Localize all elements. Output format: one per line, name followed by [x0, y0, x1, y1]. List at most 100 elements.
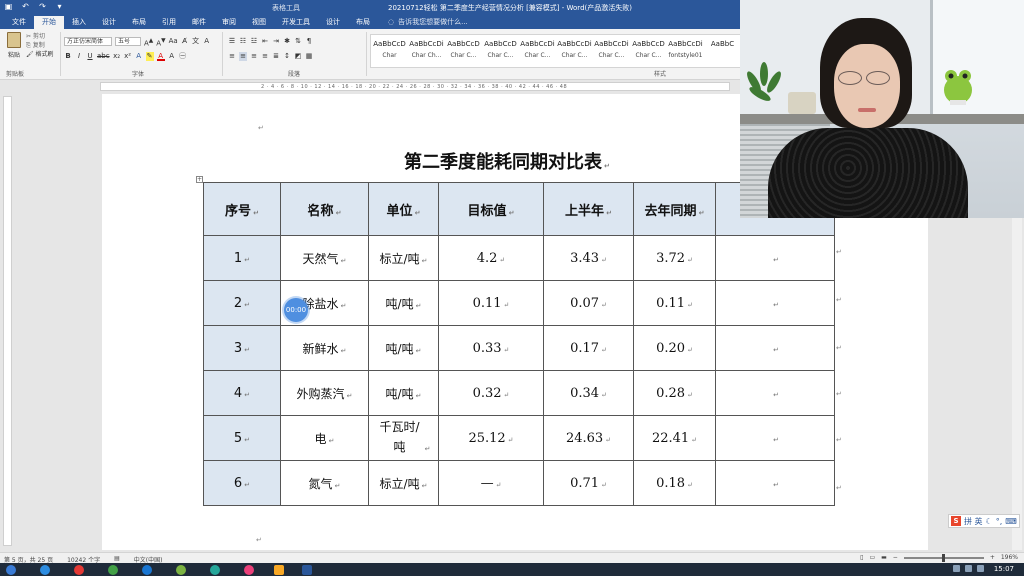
align-center-icon[interactable]: ≡: [239, 52, 247, 61]
line-spacing-icon[interactable]: ↕: [283, 52, 291, 61]
table-cell[interactable]: 0.07 ↵: [543, 280, 634, 326]
word-icon[interactable]: [302, 565, 312, 575]
shrink-font-icon[interactable]: A▼: [156, 37, 165, 47]
char-shading-icon[interactable]: A: [168, 52, 176, 61]
table-cell[interactable]: 氮气 ↵: [280, 460, 369, 506]
table-cell[interactable]: 新鲜水 ↵: [280, 325, 369, 371]
table-cell[interactable]: ↵: [715, 370, 835, 416]
font-name-combo[interactable]: 方正仿宋简体: [64, 37, 112, 46]
table-cell[interactable]: 千瓦时/吨 ↵: [368, 415, 439, 461]
vertical-scrollbar[interactable]: [1012, 218, 1022, 550]
table-cell[interactable]: 0.32 ↵: [438, 370, 544, 416]
table-cell[interactable]: ↵: [715, 460, 835, 506]
chinese-layout-icon[interactable]: ✱: [283, 37, 291, 46]
app-icon[interactable]: [142, 565, 152, 575]
tab-design[interactable]: 设计: [94, 16, 124, 29]
char-border-icon[interactable]: A: [203, 37, 211, 46]
justify-icon[interactable]: ≡: [261, 52, 269, 61]
table-cell[interactable]: ↵: [715, 325, 835, 371]
grow-font-icon[interactable]: A▲: [144, 37, 153, 47]
style-item[interactable]: AaBbCcD Char: [371, 35, 408, 67]
table-cell[interactable]: 0.18 ↵: [633, 460, 716, 506]
table-cell[interactable]: 吨/吨 ↵: [368, 280, 439, 326]
style-item[interactable]: AaBbC: [704, 35, 741, 67]
folder-icon[interactable]: [274, 565, 284, 575]
tab-table-layout[interactable]: 布局: [348, 16, 378, 29]
table-cell[interactable]: 1 ↵: [203, 235, 281, 281]
recording-timer-badge[interactable]: 00:00: [284, 298, 308, 322]
style-item[interactable]: AaBbCcD Char C...: [482, 35, 519, 67]
horizontal-ruler[interactable]: 2 · 4 · 6 · 8 · 10 · 12 · 14 · 16 · 18 ·…: [100, 82, 730, 91]
phonetic-guide-icon[interactable]: 文: [192, 37, 200, 46]
borders-icon[interactable]: ▦: [305, 52, 313, 61]
table-cell[interactable]: 5 ↵: [203, 415, 281, 461]
zoom-in-icon[interactable]: +: [990, 554, 995, 561]
numbering-icon[interactable]: ☷: [239, 37, 247, 46]
tab-view[interactable]: 视图: [244, 16, 274, 29]
table-cell[interactable]: 吨/吨 ↵: [368, 370, 439, 416]
multilevel-list-icon[interactable]: ☳: [250, 37, 258, 46]
increase-indent-icon[interactable]: ⇥: [272, 37, 280, 46]
copy-button[interactable]: ⎘ 复制: [26, 41, 54, 50]
style-item[interactable]: AaBbCcD Char C...: [630, 35, 667, 67]
table-cell[interactable]: 0.11 ↵: [438, 280, 544, 326]
table-cell[interactable]: 24.63 ↵: [543, 415, 634, 461]
ime-toolbar[interactable]: S 拼 英 ☾ °, ⌨: [948, 514, 1020, 528]
subscript-icon[interactable]: x₂: [113, 52, 121, 61]
font-color-icon[interactable]: A: [156, 52, 165, 61]
volume-icon[interactable]: [965, 565, 972, 572]
highlight-icon[interactable]: ✎: [145, 52, 154, 61]
style-item[interactable]: AaBbCcDi Char C...: [593, 35, 630, 67]
font-size-combo[interactable]: 五号: [115, 37, 141, 46]
header-cell[interactable]: 名称 ↵: [280, 182, 369, 236]
table-cell[interactable]: 0.34 ↵: [543, 370, 634, 416]
cut-button[interactable]: ✂ 剪切: [26, 32, 54, 41]
network-icon[interactable]: [953, 565, 960, 572]
align-right-icon[interactable]: ≡: [250, 52, 258, 61]
taskbar-clock[interactable]: 15:07: [994, 565, 1014, 573]
bullets-icon[interactable]: ☰: [228, 37, 236, 46]
table-cell[interactable]: 3.43 ↵: [543, 235, 634, 281]
style-item[interactable]: AaBbCcDi fontstyle01: [667, 35, 704, 67]
style-item[interactable]: AaBbCcD Char C...: [445, 35, 482, 67]
tell-me-box[interactable]: ◌ 告诉我您想要做什么...: [378, 16, 468, 29]
table-cell[interactable]: 0.71 ↵: [543, 460, 634, 506]
table-cell[interactable]: 标立/吨 ↵: [368, 235, 439, 281]
table-cell[interactable]: ↵: [715, 235, 835, 281]
tab-layout[interactable]: 布局: [124, 16, 154, 29]
table-cell[interactable]: 3.72 ↵: [633, 235, 716, 281]
tab-table-design[interactable]: 设计: [318, 16, 348, 29]
app-icon[interactable]: [176, 565, 186, 575]
tab-mailings[interactable]: 邮件: [184, 16, 214, 29]
table-cell[interactable]: 0.11 ↵: [633, 280, 716, 326]
show-marks-icon[interactable]: ¶: [305, 37, 313, 46]
print-layout-icon[interactable]: ▭: [869, 554, 875, 561]
table-cell[interactable]: 天然气 ↵: [280, 235, 369, 281]
read-mode-icon[interactable]: ▯: [860, 554, 863, 561]
table-cell[interactable]: 0.20 ↵: [633, 325, 716, 371]
style-item[interactable]: AaBbCcDi Char Ch...: [408, 35, 445, 67]
save-icon[interactable]: ▣: [4, 2, 13, 11]
enclose-char-icon[interactable]: ㊀: [179, 52, 187, 61]
table-cell[interactable]: ↵: [715, 415, 835, 461]
shading-icon[interactable]: ◩: [294, 52, 302, 61]
battery-icon[interactable]: [977, 565, 984, 572]
table-cell[interactable]: 4 ↵: [203, 370, 281, 416]
decrease-indent-icon[interactable]: ⇤: [261, 37, 269, 46]
tab-insert[interactable]: 插入: [64, 16, 94, 29]
app-icon[interactable]: [244, 565, 254, 575]
table-cell[interactable]: 4.2 ↵: [438, 235, 544, 281]
header-cell[interactable]: 目标值 ↵: [438, 182, 544, 236]
ie-icon[interactable]: [40, 565, 50, 575]
document-heading[interactable]: 第二季度能耗同期对比表 ↵: [404, 148, 610, 174]
table-cell[interactable]: 22.41 ↵: [633, 415, 716, 461]
table-cell[interactable]: 3 ↵: [203, 325, 281, 371]
table-cell[interactable]: 电 ↵: [280, 415, 369, 461]
vertical-ruler[interactable]: [3, 96, 12, 546]
redo-icon[interactable]: ↷: [38, 2, 47, 11]
underline-icon[interactable]: U: [86, 52, 94, 61]
wechat-icon[interactable]: [210, 565, 220, 575]
header-cell[interactable]: 单位 ↵: [368, 182, 439, 236]
customize-qat-icon[interactable]: ▾: [55, 2, 64, 11]
zoom-slider[interactable]: [903, 553, 984, 562]
